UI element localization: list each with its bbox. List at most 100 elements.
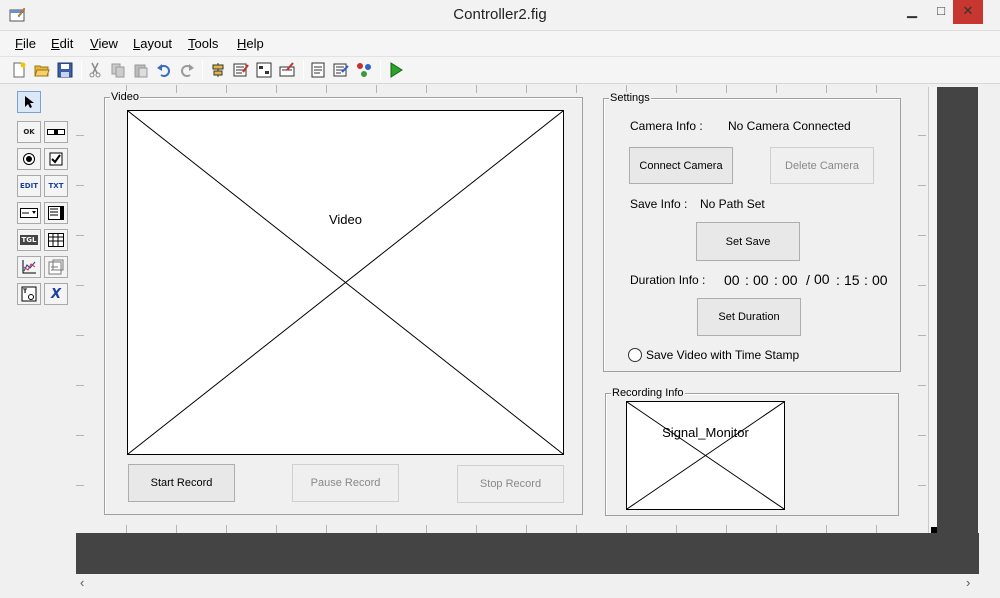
time-colon: : (774, 272, 778, 288)
canvas-background-bottom (76, 533, 979, 574)
activex-control-icon[interactable]: X (44, 283, 68, 305)
menu-bar: File Edit View Layout Tools Help (0, 31, 1000, 57)
static-text-icon[interactable]: TXT (44, 175, 68, 197)
recording-info-panel[interactable]: Recording Info Signal_Monitor (605, 387, 899, 516)
total-minutes: 15 (844, 272, 860, 288)
toolbar (0, 57, 1000, 84)
select-tool-icon[interactable] (17, 91, 41, 113)
canvas-edge (928, 87, 937, 533)
minimize-button[interactable]: ▁ (897, 0, 927, 24)
menu-file-key: F (15, 36, 23, 51)
camera-info-value: No Camera Connected (728, 119, 851, 133)
menu-edit[interactable]: Edit (51, 36, 73, 51)
toggle-button-icon[interactable]: TGL (17, 229, 41, 251)
menu-help[interactable]: Help (237, 36, 264, 51)
horizontal-scrollbar[interactable]: ‹ › (76, 574, 979, 591)
panel-tool-icon[interactable] (44, 256, 68, 278)
video-axes-placeholder (128, 111, 563, 454)
save-info-value: No Path Set (700, 197, 765, 211)
push-button-icon[interactable]: OK (17, 121, 41, 143)
timestamp-label[interactable]: Save Video with Time Stamp (646, 348, 799, 362)
pause-record-button[interactable]: Pause Record (292, 464, 399, 502)
recording-info-panel-title: Recording Info (611, 387, 685, 399)
activex-control-label: X (50, 286, 62, 302)
close-button[interactable]: ✕ (953, 0, 983, 24)
timestamp-radio[interactable] (628, 348, 642, 362)
start-record-button[interactable]: Start Record (128, 464, 235, 502)
connect-camera-button[interactable]: Connect Camera (629, 147, 733, 184)
run-icon[interactable] (387, 61, 405, 79)
time-colon: : (836, 272, 840, 288)
push-button-label: OK (23, 128, 35, 136)
menu-view-label: iew (98, 36, 118, 51)
total-seconds: 00 (872, 272, 888, 288)
status-bar (0, 591, 1000, 598)
video-panel[interactable]: Video Video Start Record Pause Record St… (104, 91, 583, 515)
mfile-editor-icon[interactable] (309, 61, 327, 79)
elapsed-hours: 00 (724, 272, 740, 288)
copy-icon[interactable] (109, 61, 127, 79)
menu-layout-label: ayout (140, 36, 173, 51)
time-colon: : (745, 272, 749, 288)
button-group-icon[interactable]: T (17, 283, 41, 305)
static-text-label: TXT (48, 182, 64, 190)
time-colon: : (864, 272, 868, 288)
menu-help-label: elp (246, 36, 264, 51)
redo-icon[interactable] (178, 61, 196, 79)
axes-tool-icon[interactable] (17, 256, 41, 278)
popup-menu-icon[interactable] (17, 202, 41, 224)
radio-button-icon[interactable] (17, 148, 41, 170)
menu-view[interactable]: View (90, 36, 118, 51)
menu-edit-key: E (51, 36, 60, 51)
menu-file[interactable]: File (15, 36, 36, 51)
save-info-label: Save Info : (630, 197, 688, 211)
menu-tools-label: ools (194, 36, 219, 51)
paste-icon[interactable] (132, 61, 150, 79)
checkbox-icon[interactable] (44, 148, 68, 170)
edit-text-label: EDIT (20, 182, 38, 190)
video-axes[interactable]: Video (127, 110, 564, 455)
settings-panel-title: Settings (609, 92, 651, 104)
cut-icon[interactable] (86, 61, 104, 79)
table-icon[interactable] (44, 229, 68, 251)
menu-edit-label: dit (59, 36, 74, 51)
video-panel-title: Video (110, 91, 140, 103)
open-icon[interactable] (33, 61, 51, 79)
duration-info-label: Duration Info : (630, 273, 706, 287)
set-duration-button[interactable]: Set Duration (697, 298, 801, 336)
listbox-icon[interactable] (44, 202, 68, 224)
object-browser-icon[interactable] (355, 61, 373, 79)
undo-icon[interactable] (155, 61, 173, 79)
delete-camera-button[interactable]: Delete Camera (770, 147, 874, 184)
signal-monitor-placeholder (627, 402, 784, 509)
figure-resize-handle[interactable] (931, 527, 937, 533)
menu-editor-icon[interactable] (232, 61, 250, 79)
slider-icon[interactable] (44, 121, 68, 143)
window-title: Controller2.fig (453, 6, 547, 23)
menu-help-key: H (237, 36, 247, 51)
scroll-right-icon[interactable]: › (966, 575, 970, 590)
elapsed-minutes: 00 (753, 272, 769, 288)
save-icon[interactable] (56, 61, 74, 79)
edit-text-icon[interactable]: EDIT (17, 175, 41, 197)
align-icon[interactable] (209, 61, 227, 79)
signal-monitor-label: Signal_Monitor (662, 425, 749, 440)
maximize-button[interactable]: □ (926, 0, 956, 24)
property-inspector-icon[interactable] (332, 61, 350, 79)
duration-slash: / (806, 272, 810, 288)
stop-record-button[interactable]: Stop Record (457, 465, 564, 503)
toggle-button-label: TGL (19, 235, 39, 245)
scroll-left-icon[interactable]: ‹ (80, 575, 84, 590)
title-bar: Controller2.fig ▁ □ ✕ (0, 0, 1000, 31)
total-hours: 00 (814, 271, 830, 287)
set-save-button[interactable]: Set Save (696, 222, 800, 261)
toolbar-separator (303, 60, 304, 80)
signal-monitor-axes[interactable]: Signal_Monitor (626, 401, 785, 510)
canvas-background-right (937, 87, 978, 574)
menu-layout[interactable]: Layout (133, 36, 172, 51)
menu-tools[interactable]: Tools (188, 36, 218, 51)
tab-order-icon[interactable] (255, 61, 273, 79)
new-icon[interactable] (10, 61, 28, 79)
settings-panel[interactable]: Settings Camera Info : No Camera Connect… (603, 92, 901, 372)
toolbar-editor-icon[interactable] (278, 61, 296, 79)
